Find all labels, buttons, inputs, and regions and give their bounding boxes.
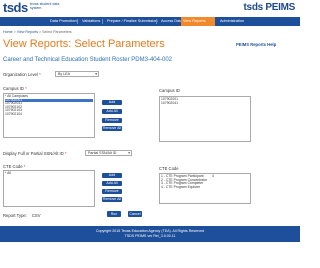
- breadcrumb-home[interactable]: Home: [3, 30, 13, 34]
- report-type-value: CSV: [31, 213, 41, 218]
- cte-available-list[interactable]: * All: [3, 170, 95, 207]
- main-nav: Data Promotions Validations Prepare / Fi…: [0, 17, 300, 26]
- nav-divider: [77, 19, 78, 24]
- cte-remove-button[interactable]: Remove: [102, 189, 122, 194]
- required-marker: *: [25, 86, 27, 91]
- nav-item-data-promotions[interactable]: Data Promotions: [48, 17, 80, 26]
- org-level-label: Organization Level *: [3, 72, 41, 77]
- campus-id-selected-label: Campus ID: [159, 88, 180, 93]
- ssn-label: Display Full or Partial SSN/Alt ID *: [3, 151, 67, 156]
- page-footer: Copyright 2015 Texas Education Agency (T…: [0, 226, 300, 242]
- cte-remove-all-button[interactable]: Remove All: [102, 197, 122, 202]
- peims-reports-help-link[interactable]: PEIMS Reports Help: [236, 42, 276, 47]
- campus-id-label-text: Campus ID: [3, 86, 24, 91]
- run-button[interactable]: Run: [107, 211, 121, 217]
- list-item[interactable]: 4 - CTE Program Explorer: [161, 185, 249, 190]
- ssn-label-text: Display Full or Partial SSN/Alt ID: [3, 151, 64, 156]
- campus-remove-button[interactable]: Remove: [102, 118, 122, 123]
- list-item[interactable]: 107902041: [161, 101, 249, 106]
- org-level-label-text: Organization Level: [3, 72, 38, 77]
- tsds-logo[interactable]: tsds: [3, 0, 28, 15]
- cte-code-label-text: CTE Code: [3, 164, 23, 169]
- org-level-select[interactable]: By LEA ▾: [55, 71, 99, 77]
- breadcrumb-current: Select Parameters: [42, 30, 72, 34]
- app-header: tsds texas student data system tsds PEIM…: [0, 0, 300, 17]
- nav-divider: [102, 19, 103, 24]
- campus-remove-all-button[interactable]: Remove All: [102, 126, 122, 131]
- logo-subtitle: texas student data system: [30, 2, 60, 10]
- nav-divider: [156, 19, 157, 24]
- nav-item-administration[interactable]: Administration: [218, 17, 246, 26]
- peims-brand: tsds PEIMS: [243, 2, 296, 13]
- ssn-display-select[interactable]: Partial SSN/Alt ID ▾: [85, 150, 132, 156]
- nav-item-view-reports[interactable]: View Reports: [181, 17, 215, 26]
- page-title: View Reports: Select Parameters: [3, 38, 165, 50]
- cte-code-label: CTE Code *: [3, 164, 25, 169]
- list-item[interactable]: 107902104: [5, 112, 93, 117]
- campus-available-list[interactable]: * All Campuses 107902001 107902041 10790…: [3, 93, 95, 138]
- nav-item-prepare-finalize[interactable]: Prepare / Finalize Submission: [105, 17, 159, 26]
- nav-item-validations[interactable]: Validations: [80, 17, 102, 26]
- list-item-extra: 4: [212, 174, 214, 178]
- cte-add-button[interactable]: Add: [102, 173, 122, 178]
- report-type-label: Report Type:: [3, 213, 27, 218]
- chevron-down-icon: ▾: [128, 151, 130, 155]
- chevron-down-icon: ▾: [95, 72, 97, 76]
- breadcrumb-view-reports[interactable]: View Reports: [17, 30, 38, 34]
- cte-selected-list[interactable]: 1 - CTE Program Participant 4 2 - CTE Pr…: [159, 173, 251, 204]
- campus-id-label: Campus ID *: [3, 86, 27, 91]
- footer-version: TSDS PEIMS ver Rel_3.5.00.11: [124, 234, 176, 238]
- ssn-display-value: Partial SSN/Alt ID: [88, 151, 117, 155]
- report-name: Career and Technical Education Student R…: [3, 57, 172, 63]
- campus-add-button[interactable]: Add: [102, 100, 122, 105]
- breadcrumb: Home > View Reports > Select Parameters: [3, 30, 72, 34]
- required-marker: *: [64, 151, 67, 156]
- cte-code-selected-label: CTE Code: [159, 166, 179, 171]
- campus-add-all-button[interactable]: Add All: [102, 109, 122, 114]
- org-level-value: By LEA: [58, 72, 70, 76]
- cancel-button[interactable]: Cancel: [128, 211, 142, 217]
- report-type: Report Type: CSV: [3, 213, 41, 218]
- campus-selected-list[interactable]: 107902001 107902041: [159, 96, 251, 142]
- cte-add-all-button[interactable]: Add All: [102, 181, 122, 186]
- list-item[interactable]: * All: [5, 171, 93, 176]
- required-marker: *: [39, 72, 41, 77]
- required-marker: *: [23, 164, 26, 169]
